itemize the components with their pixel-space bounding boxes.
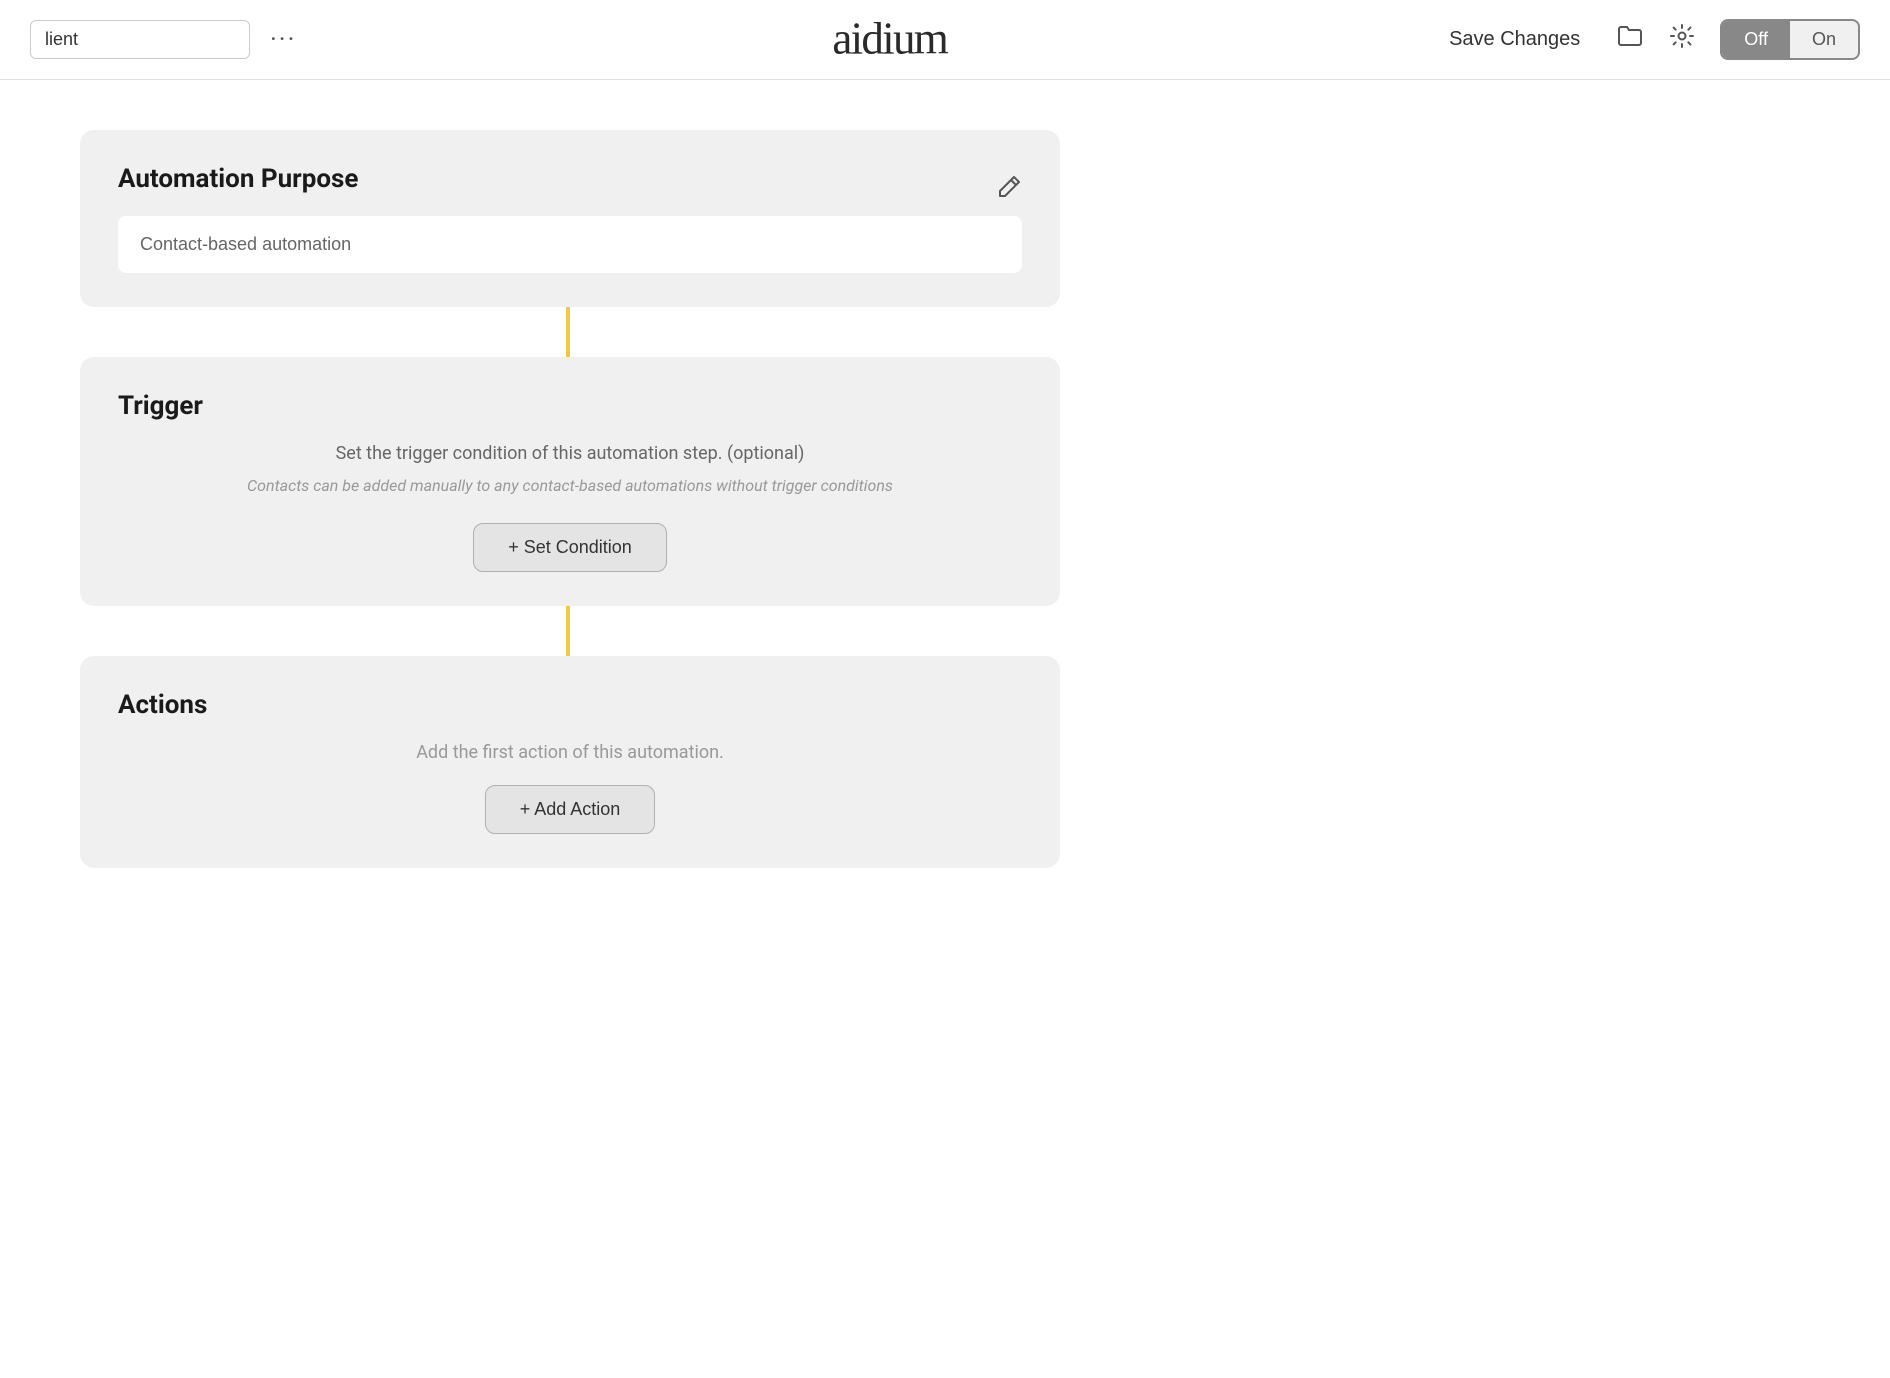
connector-line-1 (566, 307, 570, 357)
header-left: ··· (30, 20, 296, 59)
aidium-logo: aidium (832, 12, 1057, 64)
toggle-switch: Off On (1720, 19, 1860, 60)
toggle-on-button[interactable]: On (1790, 21, 1858, 58)
automation-purpose-card: Automation Purpose (80, 130, 1060, 307)
trigger-title: Trigger (118, 391, 1022, 421)
toggle-off-button[interactable]: Off (1722, 21, 1790, 58)
search-input[interactable] (30, 20, 250, 59)
folder-icon[interactable] (1616, 22, 1644, 57)
set-condition-button[interactable]: + Set Condition (473, 523, 667, 572)
save-changes-button[interactable]: Save Changes (1437, 20, 1592, 59)
edit-icon[interactable] (996, 174, 1022, 206)
actions-card: Actions Add the first action of this aut… (80, 656, 1060, 868)
add-action-button[interactable]: + Add Action (485, 785, 656, 834)
logo-area: aidium (832, 12, 1057, 68)
trigger-card: Trigger Set the trigger condition of thi… (80, 357, 1060, 606)
header-right: Save Changes Off On (1437, 19, 1860, 60)
gear-icon[interactable] (1668, 22, 1696, 57)
connector-line-2 (566, 606, 570, 656)
trigger-description: Set the trigger condition of this automa… (118, 443, 1022, 464)
actions-title: Actions (118, 690, 1022, 720)
main-content: Automation Purpose Trigger Set the trigg… (0, 80, 1200, 918)
header: ··· aidium Save Changes (0, 0, 1890, 80)
automation-purpose-header: Automation Purpose (118, 164, 1022, 216)
actions-description: Add the first action of this automation. (118, 742, 1022, 763)
svg-text:aidium: aidium (832, 13, 948, 63)
automation-purpose-input[interactable] (118, 216, 1022, 273)
more-options-icon[interactable]: ··· (270, 25, 296, 55)
trigger-note: Contacts can be added manually to any co… (118, 476, 1022, 495)
automation-purpose-title: Automation Purpose (118, 164, 358, 194)
